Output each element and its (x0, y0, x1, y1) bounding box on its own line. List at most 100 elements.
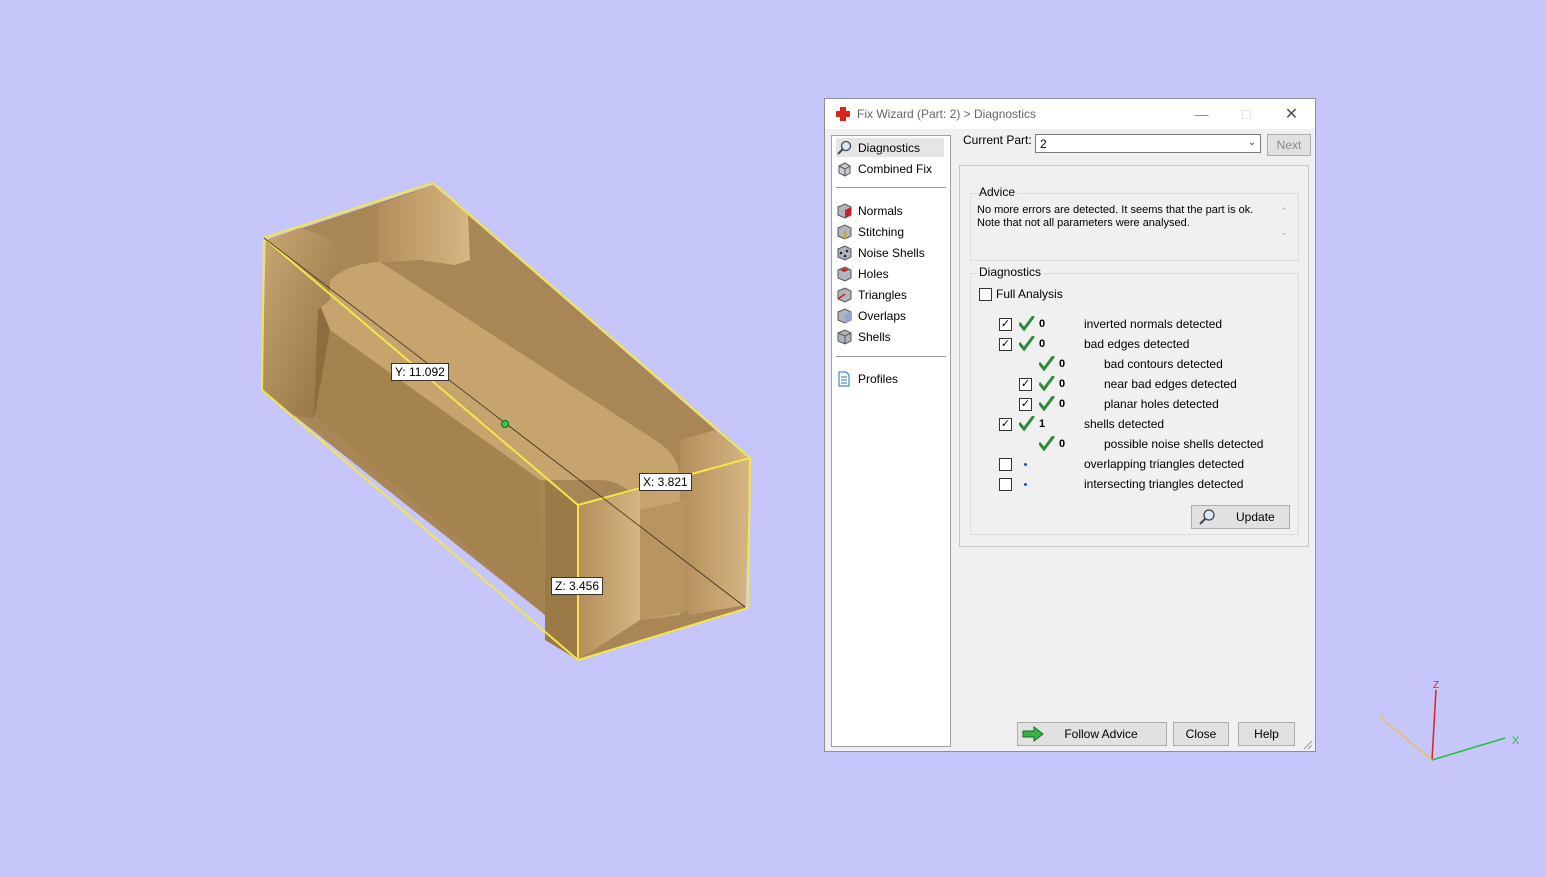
dimension-z-label: Z: 3.456 (551, 577, 604, 595)
dimension-x-label: X: 3.821 (639, 473, 692, 491)
current-part-value: 2 (1040, 136, 1047, 151)
nav-item-overlaps[interactable]: Overlaps (836, 306, 944, 325)
nav-item-normals[interactable]: Normals (836, 201, 944, 220)
diagnostic-count: 0 (1059, 438, 1066, 450)
green-check-icon (1038, 375, 1055, 392)
diagnostic-checkbox[interactable] (999, 478, 1012, 491)
nav-item-label: Overlaps (858, 308, 907, 323)
nav-separator (836, 187, 946, 188)
axis-x-label: X (1512, 735, 1520, 747)
stitching-cube-icon (836, 223, 852, 240)
overlaps-cube-icon (836, 307, 852, 324)
diagnostic-checkbox[interactable]: ✓ (1019, 398, 1032, 411)
diagnostic-checkbox[interactable]: ✓ (1019, 378, 1032, 391)
dialog-title: Fix Wizard (Part: 2) > Diagnostics (857, 107, 1037, 121)
close-button[interactable]: Close (1173, 722, 1229, 746)
diagnostic-checkbox[interactable]: ✓ (999, 418, 1012, 431)
diagnostics-title: Diagnostics (977, 265, 1044, 279)
nav-item-label: Profiles (858, 371, 899, 386)
diagnostic-label: near bad edges detected (1104, 377, 1237, 391)
green-check-icon (1018, 415, 1035, 432)
chevron-down-icon: ⌄ (1247, 137, 1256, 148)
diagnostic-count: 0 (1039, 338, 1046, 350)
nav-item-label: Normals (858, 203, 903, 218)
diagnostics-panel: Advice No more errors are detected. It s… (959, 165, 1309, 547)
green-check-icon (1038, 395, 1055, 412)
diagnostic-checkbox[interactable]: ✓ (999, 338, 1012, 351)
diagnostic-label: intersecting triangles detected (1084, 477, 1244, 491)
advice-scrollbar[interactable]: ⌃ ⌄ (1278, 206, 1290, 248)
advice-group: Advice No more errors are detected. It s… (970, 185, 1299, 261)
diagnostic-label: planar holes detected (1104, 397, 1219, 411)
normals-cube-icon (836, 202, 852, 219)
nav-item-diagnostics[interactable]: Diagnostics (836, 138, 944, 157)
advice-title: Advice (977, 185, 1018, 199)
fix-wizard-dialog: Fix Wizard (Part: 2) > Diagnostics — □ ✕… (824, 98, 1316, 752)
diagnostic-count: 0 (1059, 398, 1066, 410)
triangles-cube-icon (836, 286, 852, 303)
diagnostic-label: bad contours detected (1104, 357, 1223, 371)
diagnostic-checkbox[interactable] (999, 458, 1012, 471)
axis-y-label: Y (1379, 714, 1386, 725)
diagnostic-count: 0 (1059, 358, 1066, 370)
green-check-icon (1018, 335, 1035, 352)
full-analysis-checkbox[interactable] (979, 288, 992, 301)
resize-grip[interactable] (1303, 739, 1313, 750)
pending-dot-icon (1024, 463, 1027, 466)
nav-item-noise-shells[interactable]: Noise Shells (836, 243, 944, 262)
diagnostic-label: overlapping triangles detected (1084, 457, 1245, 471)
advice-line: Note that not all parameters were analys… (977, 217, 1190, 229)
nav-item-shells[interactable]: Shells (836, 327, 944, 346)
magnifier-icon (1198, 508, 1216, 526)
update-button[interactable]: Update (1191, 505, 1290, 529)
wizard-nav: Diagnostics Combined Fix Normals Stitchi… (831, 135, 951, 747)
nav-item-label: Combined Fix (858, 161, 933, 176)
diagnostic-count: 0 (1059, 378, 1066, 390)
diagnostic-label: possible noise shells detected (1104, 437, 1264, 451)
current-part-select[interactable]: 2 ⌄ (1035, 134, 1261, 153)
nav-item-label: Diagnostics (858, 140, 921, 155)
follow-advice-label: Follow Advice (1064, 727, 1138, 741)
nav-item-label: Noise Shells (858, 245, 925, 260)
diagnostic-label: bad edges detected (1084, 337, 1190, 351)
follow-advice-button[interactable]: Follow Advice (1017, 722, 1167, 746)
current-part-label: Current Part: (963, 133, 1032, 147)
close-window-button[interactable]: ✕ (1269, 99, 1314, 129)
green-check-icon (1018, 315, 1035, 332)
update-label: Update (1236, 510, 1275, 524)
nav-item-label: Triangles (858, 287, 907, 302)
diagnostic-count: 1 (1039, 418, 1046, 430)
nav-item-label: Stitching (858, 224, 905, 239)
diagnostic-label: shells detected (1084, 417, 1165, 431)
nav-item-profiles[interactable]: Profiles (836, 369, 944, 388)
red-cross-icon (835, 106, 851, 122)
next-button[interactable]: Next (1267, 134, 1311, 156)
nav-item-combined-fix[interactable]: Combined Fix (836, 159, 944, 178)
nav-separator (836, 356, 946, 357)
cube-icon (836, 161, 852, 177)
green-check-icon (1038, 435, 1055, 452)
center-point[interactable] (501, 420, 509, 428)
minimize-button[interactable]: — (1179, 99, 1224, 129)
green-check-icon (1038, 355, 1055, 372)
title-bar[interactable]: Fix Wizard (Part: 2) > Diagnostics — □ ✕ (825, 99, 1315, 129)
nav-item-stitching[interactable]: Stitching (836, 222, 944, 241)
help-button[interactable]: Help (1238, 722, 1295, 746)
green-arrow-icon (1022, 725, 1044, 743)
maximize-button[interactable]: □ (1224, 99, 1269, 129)
document-icon (836, 371, 852, 387)
nav-item-label: Shells (858, 329, 891, 344)
diagnostic-checkbox[interactable]: ✓ (999, 318, 1012, 331)
diagnostics-group: Diagnostics Full Analysis ✓ 0 inverted nor… (970, 265, 1299, 535)
full-analysis-label: Full Analysis (996, 287, 1063, 301)
shells-cube-icon (836, 328, 852, 345)
noise-shells-icon (836, 244, 852, 261)
nav-item-holes[interactable]: Holes (836, 264, 944, 283)
advice-line: No more errors are detected. It seems th… (977, 204, 1254, 216)
axis-gizmo (1385, 689, 1506, 761)
nav-item-triangles[interactable]: Triangles (836, 285, 944, 304)
diagnostic-label: inverted normals detected (1084, 317, 1223, 331)
pending-dot-icon (1024, 483, 1027, 486)
nav-item-label: Holes (858, 266, 889, 281)
advice-text: No more errors are detected. It seems th… (977, 204, 1277, 230)
